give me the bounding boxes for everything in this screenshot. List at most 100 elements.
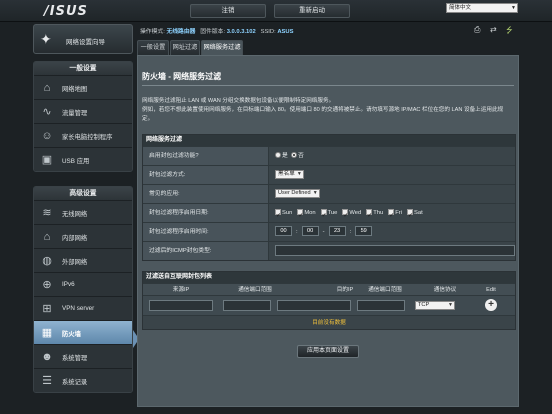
nav-item-vpn[interactable]: ⊞ VPN server	[34, 296, 132, 320]
add-rule-button[interactable]: +	[485, 299, 497, 311]
nav-item-label: VPN server	[62, 305, 95, 312]
day-checkbox[interactable]	[342, 207, 348, 225]
source-port-input[interactable]	[223, 300, 271, 311]
yes-radio[interactable]	[275, 152, 281, 159]
nav-item-syslog[interactable]: ☰ 系统记录	[34, 368, 132, 392]
source-ip-input[interactable]	[149, 300, 213, 311]
mode-value[interactable]: 无线路由器	[166, 29, 195, 35]
nav-item-traffic[interactable]: ∿ 流量管理	[34, 99, 132, 123]
lan-icon: ⌂	[43, 231, 51, 243]
nav-item-label: 内部网络	[62, 235, 88, 242]
enable-label: 启用封包过滤功能?	[143, 147, 269, 165]
nav-item-label: 流量管理	[62, 110, 88, 117]
day-checkbox[interactable]	[320, 207, 327, 225]
apply-button[interactable]: 应用本页面设置	[297, 345, 359, 358]
nav-item-label: USB 应用	[62, 158, 90, 165]
no-label: 否	[298, 153, 304, 159]
day-checkbox[interactable]	[297, 207, 303, 225]
nav-item-admin[interactable]: ☻ 系统管理	[34, 344, 132, 368]
no-radio[interactable]	[291, 152, 298, 159]
nav-item-network-map[interactable]: ⌂ 网络地图	[34, 75, 132, 99]
network-map-icon: ⌂	[43, 82, 51, 94]
description-line: 网络服务过滤阻止 LAN 或 WAN 分组交换数据包设备以便限制特定网络服务。	[142, 98, 335, 104]
status-line: 操作模式: 无线路由器 固件版本: 3.0.0.3.102 SSID: ASUS	[140, 26, 293, 35]
language-select[interactable]: 简体中文 ▼	[446, 3, 518, 13]
chevron-down-icon: ▼	[312, 189, 318, 196]
quick-setup-label: 网络设置向导	[66, 39, 105, 46]
firewall-icon: ▦	[41, 327, 53, 339]
nav-item-wireless[interactable]: ≋ 无线网络	[34, 200, 132, 224]
section-title: 过滤送自互联网封包列表	[143, 272, 515, 283]
day-label: Thu	[373, 210, 384, 216]
main-panel: 防火墙 - 网络服务过滤 网络服务过滤阻止 LAN 或 WAN 分组交换数据包设…	[137, 55, 519, 407]
well-known-select[interactable]: User Defined ▼	[275, 188, 320, 198]
enable-radio-group: 是 否	[275, 147, 304, 165]
filter-list-section: 过滤送自互联网封包列表 来源IP 通信端口范围 目的IP 通信端口范围 通信协议…	[142, 271, 516, 330]
nav-general: 一般设置 ⌂ 网络地图 ∿ 流量管理 ☺ 家长电脑控制程序 ▣ USB 应用	[33, 61, 133, 172]
nav-advanced-title: 高级设置	[34, 187, 132, 200]
day-label: Wed	[349, 210, 362, 216]
connection-icon[interactable]: ⇄	[490, 25, 497, 34]
nav-item-label: 系统管理	[62, 355, 88, 362]
nav-item-label: 系统记录	[62, 379, 88, 386]
day-checkbox[interactable]	[406, 207, 413, 225]
firmware-value[interactable]: 3.0.0.3.102	[227, 29, 256, 35]
protocol-select[interactable]: TCP ▼	[415, 301, 455, 310]
end-hour-input[interactable]: 23	[328, 226, 346, 237]
nav-item-parental[interactable]: ☺ 家长电脑控制程序	[34, 123, 132, 147]
usb-status-icon[interactable]: ⭍	[506, 25, 513, 39]
icmp-input[interactable]	[275, 244, 515, 256]
ssid-value[interactable]: ASUS	[277, 29, 293, 35]
reboot-button[interactable]: 重新启动	[274, 4, 350, 18]
days-label: 封包过滤程序启用日期:	[143, 204, 269, 222]
magic-wand-icon: ✦	[40, 31, 52, 47]
day-checkbox[interactable]	[366, 207, 372, 225]
nav-item-usb[interactable]: ▣ USB 应用	[34, 147, 132, 171]
tab-url-filter[interactable]: 网址过滤	[170, 40, 200, 55]
section-title: 网络服务过滤	[143, 135, 515, 146]
end-minute-input[interactable]: 59	[355, 226, 373, 237]
tab-general[interactable]: 一般设置	[137, 40, 169, 55]
status-icons: ⎙ ⇄ ⭍	[474, 25, 534, 35]
chevron-down-icon: ▼	[511, 5, 516, 11]
nav-item-firewall[interactable]: ▦ 防火墙	[34, 320, 132, 344]
day-label: Tue	[327, 210, 338, 216]
icmp-label: 过滤后的ICMP封包类型:	[143, 242, 269, 260]
filter-settings-section: 网络服务过滤 启用封包过滤功能? 是 否 封包过滤方式: 黑名单 ▼ 常见的应用:…	[142, 134, 516, 261]
nav-item-label: 无线网络	[62, 211, 88, 218]
day-label: Fri	[395, 210, 402, 216]
protocol-value: TCP	[418, 302, 430, 308]
day-checkbox[interactable]	[388, 207, 394, 225]
start-hour-input[interactable]: 00	[275, 226, 292, 237]
list-input-row: TCP ▼ +	[143, 295, 515, 315]
days-checkboxes: Sun Mon Tue Wed Thu Fri Sat	[275, 204, 428, 225]
day-checkbox[interactable]	[275, 207, 281, 225]
nav-item-wan[interactable]: ◍ 外部网络	[34, 248, 132, 272]
days-row: 封包过滤程序启用日期: Sun Mon Tue Wed Thu Fri Sat	[143, 203, 515, 225]
quick-setup-button[interactable]: ✦ 网络设置向导	[33, 24, 133, 54]
nav-item-label: 防火墙	[62, 331, 81, 338]
top-bar: /ISUS 注销 重新启动 简体中文 ▼	[0, 0, 552, 22]
tab-network-service-filter[interactable]: 网络服务过滤	[201, 40, 243, 55]
wan-icon: ◍	[42, 255, 52, 267]
nav-item-ipv6[interactable]: ⊕ IPv6	[34, 272, 132, 296]
destination-ip-input[interactable]	[277, 300, 351, 311]
nav-item-lan[interactable]: ⌂ 内部网络	[34, 224, 132, 248]
firmware-label: 固件版本:	[200, 29, 226, 35]
nav-item-label: IPv6	[62, 281, 75, 288]
well-known-value: User Defined	[278, 189, 311, 196]
empty-list-message: 目前没有数据	[143, 315, 515, 329]
filter-mode-select[interactable]: 黑名单 ▼	[275, 169, 304, 179]
destination-port-input[interactable]	[357, 300, 405, 311]
nav-item-label: 家长电脑控制程序	[62, 134, 113, 141]
chevron-down-icon: ▼	[448, 302, 453, 308]
printer-icon[interactable]: ⎙	[474, 25, 480, 35]
well-known-row: 常见的应用: User Defined ▼	[143, 184, 515, 203]
nav-general-title: 一般设置	[34, 62, 132, 75]
logout-button[interactable]: 注销	[190, 4, 266, 18]
day-label: Sat	[413, 210, 423, 216]
day-label: Mon	[304, 210, 316, 216]
nav-item-label: 外部网络	[62, 259, 88, 266]
nav-item-label: 网络地图	[62, 86, 88, 93]
start-minute-input[interactable]: 00	[301, 226, 319, 237]
